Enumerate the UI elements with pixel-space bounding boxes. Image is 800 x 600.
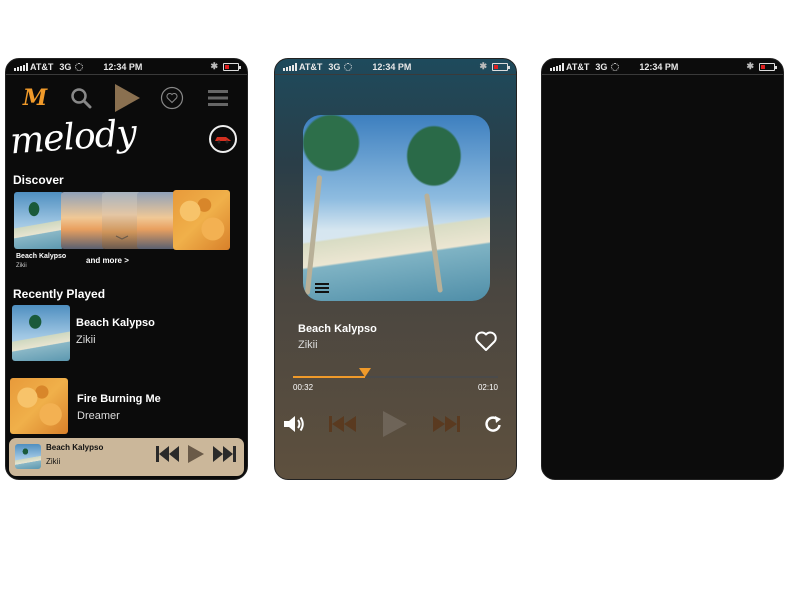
heart-circle-icon[interactable] — [157, 83, 187, 113]
carrier-label: AT&T — [299, 61, 323, 72]
play-icon[interactable] — [112, 83, 142, 113]
status-bar: AT&T 3G 12:34 PM ✱ — [275, 59, 516, 75]
total-time: 02:10 — [477, 383, 498, 392]
status-bar: AT&T 3G 12:34 PM ✱ — [6, 59, 247, 75]
mini-player-artist: Zikii — [46, 457, 61, 466]
track-title: Beach Kalypso — [298, 323, 377, 335]
activity-icon — [75, 62, 84, 71]
bird-icon — [115, 235, 129, 240]
top-nav: M — [20, 83, 233, 113]
discover-album-beach[interactable] — [14, 192, 64, 249]
recent-title: Fire Burning Me — [77, 393, 161, 405]
palm-trunk — [424, 193, 443, 293]
bluetooth-icon: ✱ — [746, 61, 754, 71]
progress-handle[interactable] — [359, 368, 372, 377]
recent-album-art — [10, 378, 68, 434]
signal-icon — [283, 62, 297, 71]
repeat-icon[interactable] — [484, 415, 502, 433]
discover-album-title: Beach Kalypso — [16, 253, 67, 260]
car-mode-button[interactable] — [209, 125, 237, 153]
home-screen: AT&T 3G 12:34 PM ✱ M melody Discover Bea… — [5, 58, 248, 480]
discover-heading: Discover — [13, 173, 64, 187]
discover-album-2[interactable] — [61, 192, 106, 249]
progress-bar[interactable] — [293, 376, 498, 378]
clock: 12:34 PM — [372, 61, 412, 72]
elapsed-time: 00:32 — [293, 383, 314, 392]
network-label: 3G — [59, 61, 72, 72]
rewind-icon[interactable] — [329, 415, 357, 433]
discover-album-3[interactable] — [102, 192, 142, 249]
clock: 12:34 PM — [103, 61, 143, 72]
player-controls — [283, 407, 502, 441]
car-icon — [215, 137, 231, 144]
play-icon[interactable] — [188, 445, 204, 463]
recent-title: Beach Kalypso — [76, 317, 155, 329]
mini-player-controls — [156, 445, 236, 463]
progress-fill — [293, 376, 365, 378]
recently-played-heading: Recently Played — [13, 287, 106, 301]
rewind-icon[interactable] — [156, 445, 180, 463]
mini-player[interactable]: Beach Kalypso Zikii — [9, 438, 244, 476]
fast-forward-icon[interactable] — [432, 415, 460, 433]
recent-artist: Zikii — [76, 334, 96, 346]
battery-icon — [492, 62, 510, 71]
discover-album-artist: Zikii — [16, 263, 27, 269]
track-artist: Zikii — [298, 339, 318, 351]
signal-icon — [14, 62, 28, 71]
volume-icon[interactable] — [283, 414, 305, 434]
bluetooth-icon: ✱ — [479, 61, 487, 71]
palm-trunk — [304, 175, 323, 295]
recent-artist: Dreamer — [77, 410, 120, 422]
network-label: 3G — [595, 61, 608, 72]
recent-album-art — [12, 305, 70, 361]
fast-forward-icon[interactable] — [212, 445, 236, 463]
signal-icon — [550, 62, 564, 71]
network-label: 3G — [328, 61, 341, 72]
activity-icon — [611, 62, 620, 71]
carrier-label: AT&T — [30, 61, 54, 72]
status-bar: AT&T 3G 12:34 PM ✱ — [542, 59, 783, 75]
battery-icon — [223, 62, 241, 71]
blank-screen: AT&T 3G 12:34 PM ✱ — [541, 58, 784, 480]
carrier-label: AT&T — [566, 61, 590, 72]
discover-album-fire[interactable] — [173, 190, 230, 250]
bluetooth-icon: ✱ — [210, 61, 218, 71]
play-icon[interactable] — [382, 410, 408, 438]
brand-logo: melody — [8, 112, 138, 163]
menu-icon[interactable] — [315, 283, 329, 293]
album-art — [303, 115, 490, 301]
mini-player-album-art — [15, 444, 41, 469]
battery-icon — [759, 62, 777, 71]
menu-icon[interactable] — [203, 83, 233, 113]
discover-album-4[interactable] — [137, 192, 177, 249]
clock: 12:34 PM — [639, 61, 679, 72]
activity-icon — [344, 62, 353, 71]
logo-m-icon[interactable]: M — [20, 83, 50, 113]
discover-more-link[interactable]: and more > — [86, 256, 129, 265]
mini-player-title: Beach Kalypso — [46, 443, 104, 452]
now-playing-screen: AT&T 3G 12:34 PM ✱ Beach Kalypso Zikii 0… — [274, 58, 517, 480]
heart-icon[interactable] — [474, 329, 498, 353]
search-icon[interactable] — [66, 83, 96, 113]
